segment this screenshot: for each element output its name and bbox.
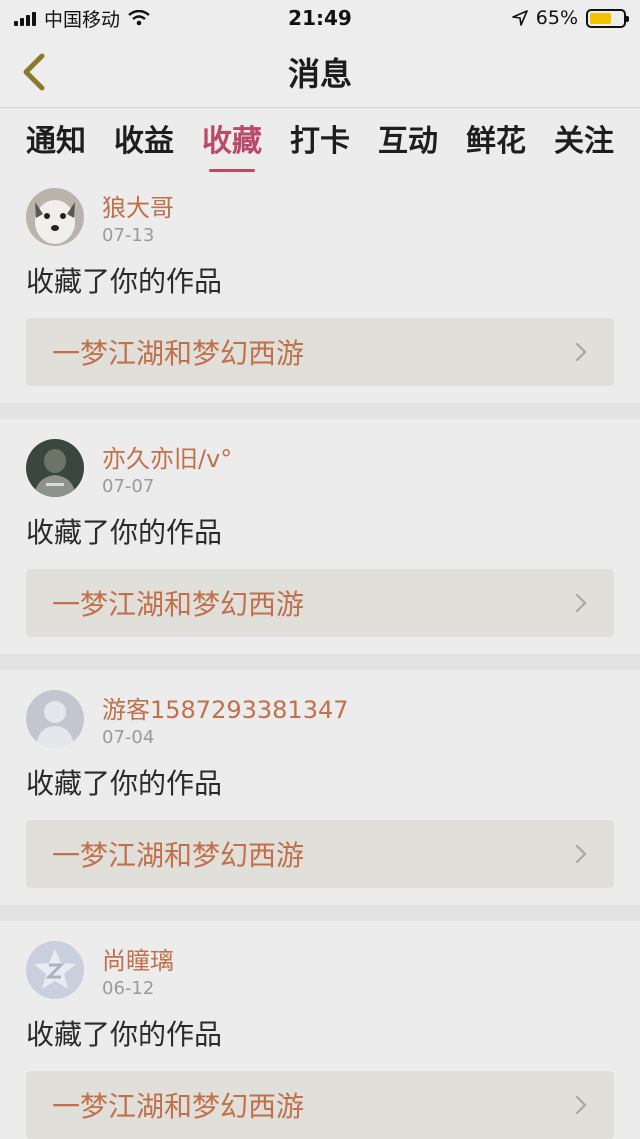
page-title: 消息 (287, 54, 352, 93)
list-item: 游客1587293381347 07-04 收藏了你的作品 一梦江湖和梦幻西游 (0, 670, 640, 905)
avatar[interactable] (26, 690, 84, 748)
timestamp: 07-07 (102, 476, 155, 497)
tab-notifications[interactable]: 通知 (26, 116, 86, 172)
tab-favorites[interactable]: 收藏 (202, 116, 262, 172)
work-link[interactable]: 一梦江湖和梦幻西游 (26, 569, 614, 637)
nav-bar: 消息 (0, 36, 640, 108)
list-item: 亦久亦旧/v° 07-07 收藏了你的作品 一梦江湖和梦幻西游 (0, 419, 640, 654)
message-list: 狼大哥 07-13 收藏了你的作品 一梦江湖和梦幻西游 亦久亦旧/v° 07-0… (0, 168, 640, 1139)
chevron-left-icon (23, 53, 45, 91)
qq-star-avatar-icon (26, 941, 84, 999)
avatar[interactable] (26, 439, 84, 497)
default-user-icon (26, 690, 84, 748)
action-text: 收藏了你的作品 (26, 265, 223, 298)
chevron-right-icon (575, 593, 587, 613)
username[interactable]: 狼大哥 (102, 188, 174, 223)
clock: 21:49 (288, 6, 352, 30)
timestamp: 07-13 (102, 225, 155, 246)
work-title: 一梦江湖和梦幻西游 (52, 588, 305, 621)
work-link[interactable]: 一梦江湖和梦幻西游 (26, 820, 614, 888)
action-text: 收藏了你的作品 (26, 516, 223, 549)
list-item: 尚瞳璃 06-12 收藏了你的作品 一梦江湖和梦幻西游 (0, 921, 640, 1139)
chevron-right-icon (575, 342, 587, 362)
work-link[interactable]: 一梦江湖和梦幻西游 (26, 1071, 614, 1139)
tab-interactions[interactable]: 互动 (378, 116, 438, 172)
wifi-icon (128, 10, 150, 26)
tab-follows[interactable]: 关注 (554, 116, 614, 172)
chevron-right-icon (575, 1095, 587, 1115)
chevron-right-icon (575, 844, 587, 864)
carrier-label: 中国移动 (44, 8, 121, 31)
work-link[interactable]: 一梦江湖和梦幻西游 (26, 318, 614, 386)
battery-icon (586, 8, 629, 28)
location-arrow-icon (511, 10, 528, 26)
signal-icon (14, 10, 36, 26)
dog-avatar-icon (26, 188, 84, 246)
action-text: 收藏了你的作品 (26, 1018, 223, 1051)
username[interactable]: 游客1587293381347 (102, 690, 349, 725)
tab-bar: 通知 收益 收藏 打卡 互动 鲜花 关注 (0, 108, 640, 168)
battery-percent: 65% (535, 7, 578, 29)
back-button[interactable] (14, 50, 54, 94)
action-text: 收藏了你的作品 (26, 767, 223, 800)
work-title: 一梦江湖和梦幻西游 (52, 839, 305, 872)
work-title: 一梦江湖和梦幻西游 (52, 1090, 305, 1123)
tab-checkin[interactable]: 打卡 (290, 116, 350, 172)
work-title: 一梦江湖和梦幻西游 (52, 337, 305, 370)
username[interactable]: 亦久亦旧/v° (102, 439, 232, 474)
avatar[interactable] (26, 941, 84, 999)
tab-flowers[interactable]: 鲜花 (466, 116, 526, 172)
timestamp: 07-04 (102, 727, 155, 748)
tab-earnings[interactable]: 收益 (114, 116, 174, 172)
photo-avatar-icon (26, 439, 84, 497)
timestamp: 06-12 (102, 978, 155, 999)
list-item: 狼大哥 07-13 收藏了你的作品 一梦江湖和梦幻西游 (0, 168, 640, 403)
username[interactable]: 尚瞳璃 (102, 941, 174, 976)
avatar[interactable] (26, 188, 84, 246)
status-bar: 中国移动 21:49 65% (0, 0, 640, 36)
